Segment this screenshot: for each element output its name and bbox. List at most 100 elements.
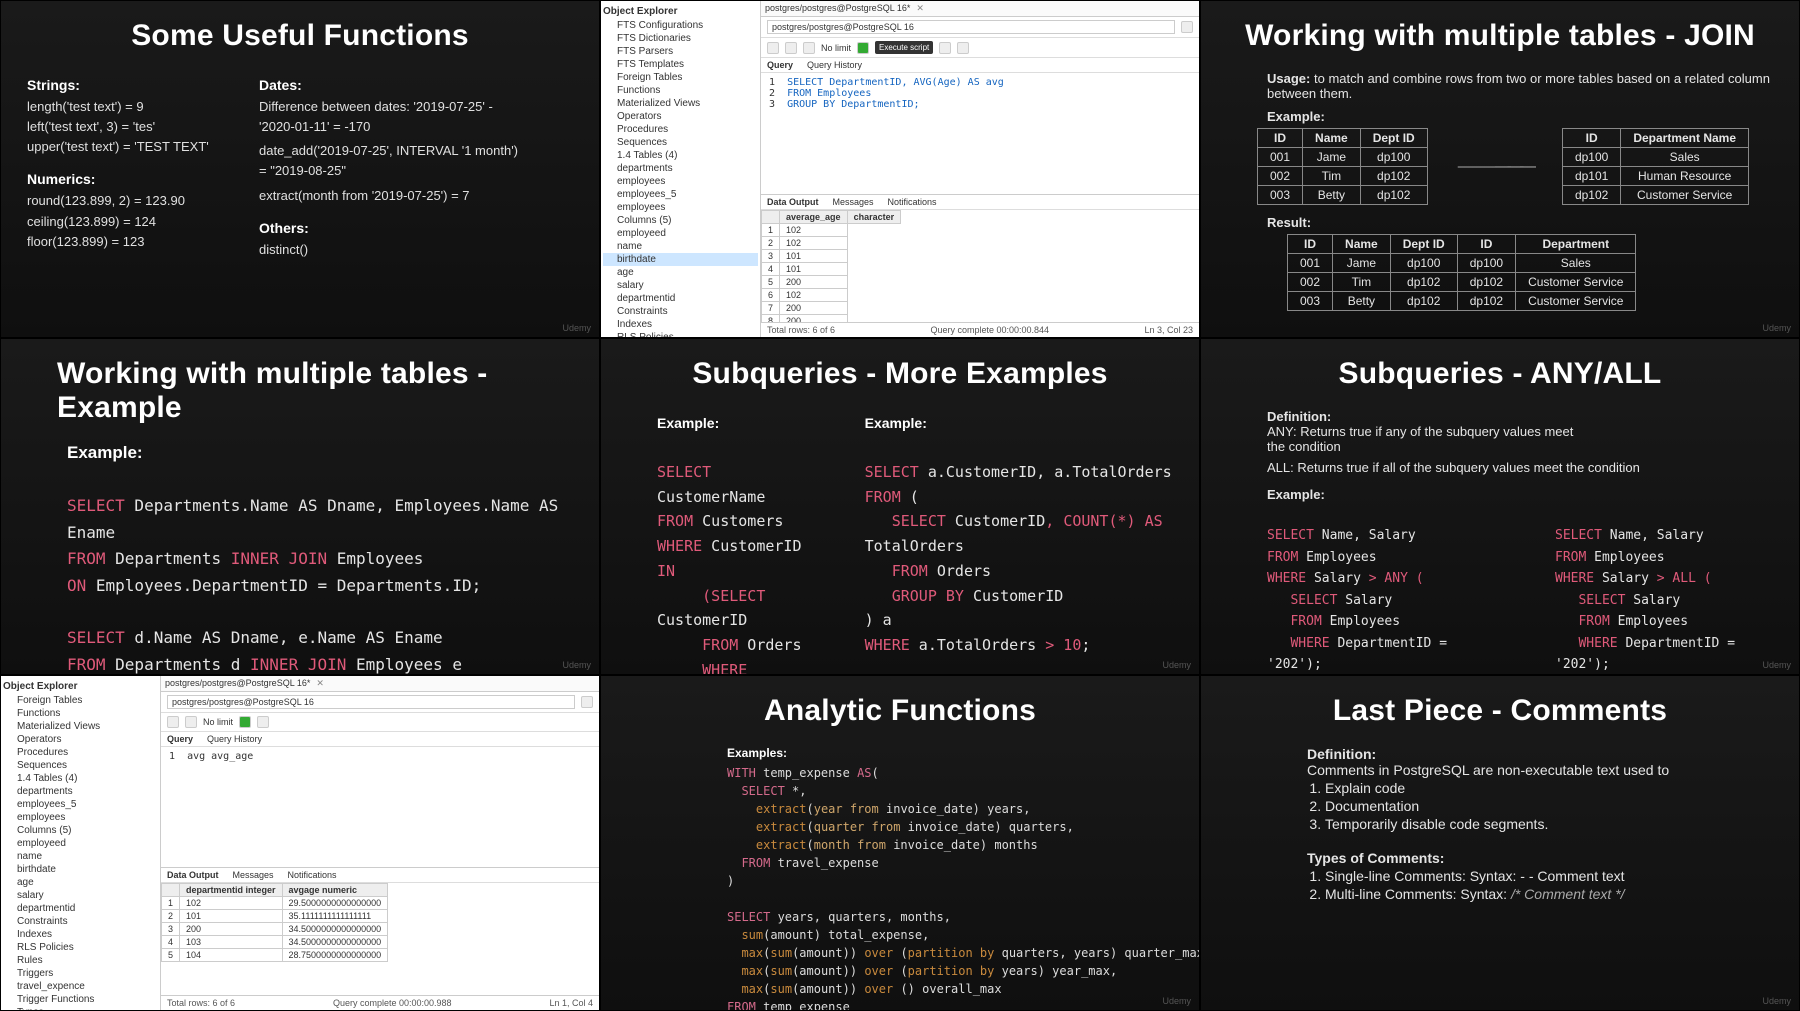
tree-item[interactable]: Procedures [3, 746, 158, 759]
slide-pgadmin-1: Object Explorer FTS ConfigurationsFTS Di… [600, 0, 1200, 338]
tree-item[interactable]: departments [603, 162, 758, 175]
slide-join: Working with multiple tables - JOIN Usag… [1200, 0, 1800, 338]
tree-item[interactable]: Operators [603, 110, 758, 123]
sql-editor[interactable]: 1 SELECT DepartmentID, AVG(Age) AS avg 2… [761, 73, 1199, 195]
tree-item[interactable]: employees [603, 175, 758, 188]
tree-item[interactable]: Functions [3, 707, 158, 720]
connection-path[interactable]: postgres/postgres@PostgreSQL 16 [167, 695, 575, 709]
analytic-code: WITH temp_expense AS( SELECT *, extract(… [727, 764, 1173, 1011]
tree-item[interactable]: travel_expence [3, 980, 158, 993]
settings-icon[interactable] [581, 696, 593, 708]
save-icon[interactable] [185, 716, 197, 728]
tree-item[interactable]: Operators [3, 733, 158, 746]
tree-item[interactable]: Indexes [603, 318, 758, 331]
tree-item[interactable]: departmentid [603, 292, 758, 305]
slide-analytic-functions: Analytic Functions Examples: WITH temp_e… [600, 675, 1200, 1011]
stop-icon[interactable] [257, 716, 269, 728]
tree-item[interactable]: Materialized Views [3, 720, 158, 733]
results-grid[interactable]: departmentid integeravgage numeric110229… [161, 883, 599, 995]
tree-item[interactable]: employees [603, 201, 758, 214]
slide-title: Some Useful Functions [27, 19, 573, 53]
join-table-result: IDNameDept IDIDDepartment001Jamedp100dp1… [1287, 234, 1636, 311]
tree-item[interactable]: 1.4 Tables (4) [3, 772, 158, 785]
slide-subqueries-anyall: Subqueries - ANY/ALL Definition: ANY: Re… [1200, 338, 1800, 675]
explain-icon[interactable] [957, 42, 969, 54]
tree-item[interactable]: Sequences [603, 136, 758, 149]
tree-item[interactable]: Trigger Functions [3, 993, 158, 1006]
tree-item[interactable]: salary [603, 279, 758, 292]
tree-item[interactable]: Columns (5) [3, 824, 158, 837]
tree-item[interactable]: employeed [3, 837, 158, 850]
tree-item[interactable]: Indexes [3, 928, 158, 941]
tree-item[interactable]: Rules [3, 954, 158, 967]
copy-icon[interactable] [803, 42, 815, 54]
slide-comments: Last Piece - Comments Definition: Commen… [1200, 675, 1800, 1011]
tree-item[interactable]: Sequences [3, 759, 158, 772]
tab-data-output[interactable]: Data Output [767, 197, 819, 207]
tree-item[interactable]: name [603, 240, 758, 253]
object-explorer[interactable]: Object Explorer FTS ConfigurationsFTS Di… [601, 1, 761, 337]
tree-item[interactable]: age [3, 876, 158, 889]
tree-item[interactable]: Types [3, 1006, 158, 1010]
join-table-b: IDDepartment Namedp100Salesdp101Human Re… [1562, 128, 1749, 205]
tree-item[interactable]: employees_5 [603, 188, 758, 201]
execute-tooltip: Execute script [875, 41, 933, 54]
tab-data-output[interactable]: Data Output [167, 870, 219, 880]
tree-item[interactable]: birthdate [3, 863, 158, 876]
slide-subqueries-more: Subqueries - More Examples Example: SELE… [600, 338, 1200, 675]
open-icon[interactable] [167, 716, 179, 728]
tree-item[interactable]: Constraints [3, 915, 158, 928]
tree-item[interactable]: Procedures [603, 123, 758, 136]
tree-item[interactable]: RLS Policies [603, 331, 758, 337]
execute-script-icon[interactable] [857, 42, 869, 54]
connection-path[interactable]: postgres/postgres@PostgreSQL 16 [767, 20, 1175, 34]
tree-item[interactable]: salary [3, 889, 158, 902]
tab-notifications[interactable]: Notifications [888, 197, 937, 207]
tree-item[interactable]: RLS Policies [3, 941, 158, 954]
tree-item[interactable]: FTS Dictionaries [603, 32, 758, 45]
tree-item[interactable]: Columns (5) [603, 214, 758, 227]
tree-item[interactable]: Foreign Tables [603, 71, 758, 84]
tree-item[interactable]: Functions [603, 84, 758, 97]
tab-notifications[interactable]: Notifications [288, 870, 337, 880]
row-limit-dropdown[interactable]: No limit [203, 717, 233, 727]
slide-useful-functions: Some Useful Functions Strings: length('t… [0, 0, 600, 338]
editor-tab[interactable]: postgres/postgres@PostgreSQL 16* [165, 678, 310, 689]
tree-item[interactable]: Foreign Tables [3, 694, 158, 707]
tab-messages[interactable]: Messages [233, 870, 274, 880]
slide-join-example: Working with multiple tables - Example E… [0, 338, 600, 675]
settings-icon[interactable] [1181, 21, 1193, 33]
join-table-a: IDNameDept ID001Jamedp100002Timdp102003B… [1257, 128, 1428, 205]
open-icon[interactable] [767, 42, 779, 54]
tree-item[interactable]: employees_5 [3, 798, 158, 811]
tree-item[interactable]: FTS Parsers [603, 45, 758, 58]
tree-item[interactable]: FTS Templates [603, 58, 758, 71]
tree-item[interactable]: Triggers [3, 967, 158, 980]
editor-tab[interactable]: postgres/postgres@PostgreSQL 16* [765, 3, 910, 14]
tab-query[interactable]: Query [767, 60, 793, 70]
results-grid[interactable]: average_agecharacter11022102310141015200… [761, 210, 1199, 323]
tree-item[interactable]: birthdate [603, 253, 758, 266]
tab-messages[interactable]: Messages [833, 197, 874, 207]
tree-item[interactable]: FTS Configurations [603, 19, 758, 32]
tab-history[interactable]: Query History [807, 60, 862, 70]
tree-item[interactable]: age [603, 266, 758, 279]
row-limit-dropdown[interactable]: No limit [821, 43, 851, 53]
stop-icon[interactable] [939, 42, 951, 54]
tree-item[interactable]: departmentid [3, 902, 158, 915]
source-footer: Udemy [562, 323, 591, 333]
save-icon[interactable] [785, 42, 797, 54]
tab-query[interactable]: Query [167, 734, 193, 744]
execute-script-icon[interactable] [239, 716, 251, 728]
tree-item[interactable]: name [3, 850, 158, 863]
tree-item[interactable]: 1.4 Tables (4) [603, 149, 758, 162]
slide-pgadmin-2: Object Explorer Foreign TablesFunctionsM… [0, 675, 600, 1011]
tree-item[interactable]: employeed [603, 227, 758, 240]
tree-item[interactable]: Materialized Views [603, 97, 758, 110]
tree-item[interactable]: employees [3, 811, 158, 824]
sql-editor[interactable]: 1 avg avg_age [161, 747, 599, 868]
tree-item[interactable]: departments [3, 785, 158, 798]
tab-history[interactable]: Query History [207, 734, 262, 744]
object-explorer[interactable]: Object Explorer Foreign TablesFunctionsM… [1, 676, 161, 1010]
tree-item[interactable]: Constraints [603, 305, 758, 318]
